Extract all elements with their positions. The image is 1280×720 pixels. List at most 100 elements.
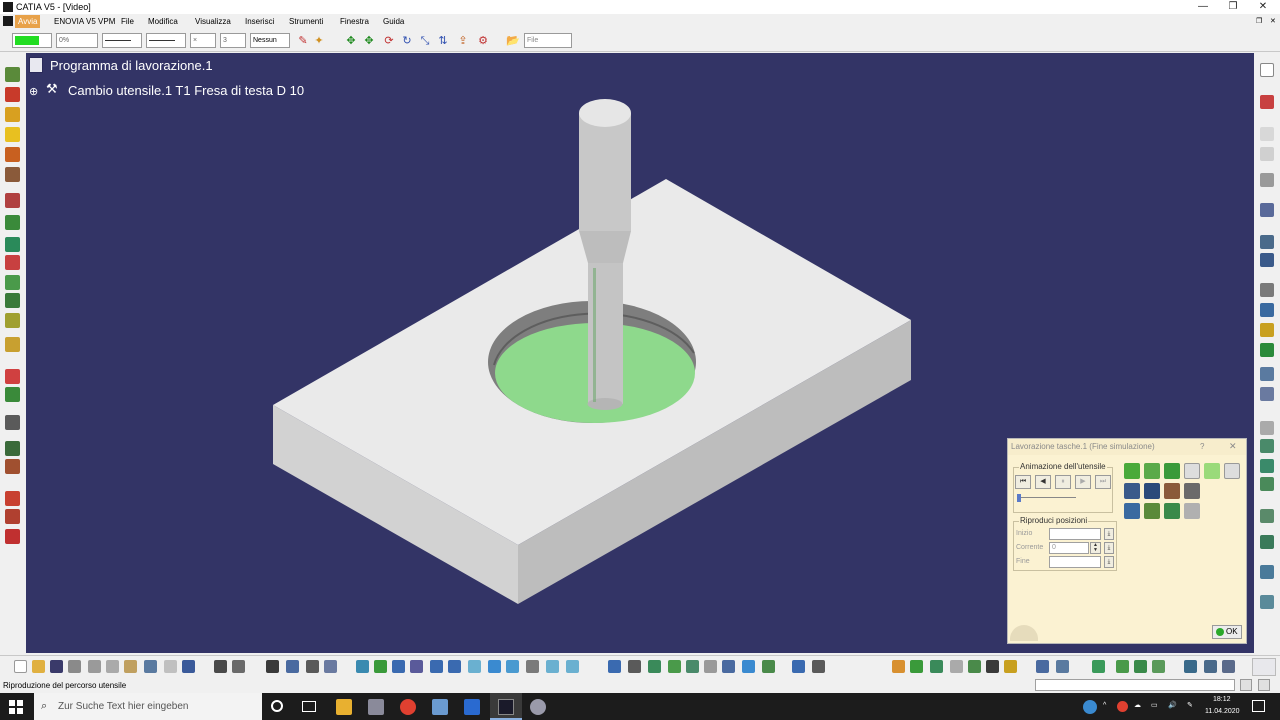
point-to-point-icon[interactable] [5, 293, 20, 308]
dlg-icon-12[interactable] [1144, 503, 1160, 519]
drilling-icon[interactable] [5, 87, 20, 102]
tray-expand-icon[interactable]: ^ [1103, 702, 1106, 709]
status-more-icon[interactable] [1258, 679, 1270, 691]
right-tool-4-icon[interactable] [1260, 147, 1274, 161]
menu-enovia[interactable]: ENOVIA V5 VPM [54, 17, 115, 26]
pan-icon[interactable]: ✥ [362, 34, 376, 48]
sequence-icon[interactable] [968, 660, 981, 673]
notifications-icon[interactable] [1252, 700, 1265, 712]
profile-contouring-icon[interactable] [5, 237, 20, 252]
tree-expand-icon[interactable]: ⊕ [29, 85, 38, 98]
tray-cloud-icon[interactable]: ☁ [1134, 701, 1141, 709]
menu-modifica[interactable]: Modifica [148, 17, 178, 26]
right-tool-8-icon[interactable] [1260, 283, 1274, 297]
app-icon-3[interactable] [464, 699, 480, 715]
fine-pick-button[interactable]: ⤓ [1104, 556, 1114, 568]
transparency-select[interactable]: 0% [56, 33, 98, 48]
doc-restore-icon[interactable]: ❐ [1256, 17, 1262, 25]
select-arrow-icon[interactable] [1260, 203, 1274, 217]
print-icon[interactable] [68, 660, 81, 673]
tree-icon[interactable] [1222, 660, 1235, 673]
link-icon[interactable] [1184, 660, 1197, 673]
dlg-icon-8[interactable] [1144, 483, 1160, 499]
rotate-icon[interactable]: ↻ [400, 34, 414, 48]
check-icon[interactable] [762, 660, 775, 673]
machining-axis-icon[interactable] [5, 387, 20, 402]
compass-icon[interactable] [608, 660, 621, 673]
tray-app-icon[interactable] [1117, 701, 1128, 712]
tray-date[interactable]: 11.04.2020 [1205, 708, 1240, 715]
countersink-icon[interactable] [5, 529, 20, 544]
right-tool-17-icon[interactable] [1260, 477, 1274, 491]
snap-icon[interactable]: ⟳ [382, 34, 396, 48]
cortana-icon[interactable] [271, 700, 283, 712]
fine-field[interactable] [1049, 556, 1101, 568]
menu-visualizza[interactable]: Visualizza [195, 17, 231, 26]
dlg-icon-14[interactable] [1184, 503, 1200, 519]
tray-time[interactable]: 18:12 [1213, 696, 1231, 703]
minimize-button[interactable]: — [1188, 0, 1218, 14]
corrente-pick-button[interactable]: ⤓ [1104, 542, 1114, 554]
doc-icon[interactable] [742, 660, 755, 673]
lineweight-select[interactable] [146, 33, 186, 48]
normal-view-icon[interactable] [468, 660, 481, 673]
animation-slider-thumb[interactable] [1017, 494, 1021, 502]
corrente-spinner[interactable]: ▲ ▼ [1090, 542, 1101, 554]
tree-root-node[interactable]: Programma di lavorazione.1 [50, 58, 213, 73]
play-button[interactable]: ▶ [1075, 475, 1091, 489]
chrome-icon[interactable] [400, 699, 416, 715]
grid-icon[interactable] [986, 660, 999, 673]
paste-icon[interactable] [124, 660, 137, 673]
machine-rotation-b-icon[interactable] [1036, 660, 1049, 673]
inizio-pick-button[interactable]: ⤓ [1104, 528, 1114, 540]
dlg-icon-10[interactable] [1184, 483, 1200, 499]
step-back-button[interactable]: ◀ [1035, 475, 1051, 489]
tray-help-icon[interactable] [1083, 700, 1097, 714]
toolpath-edit-icon[interactable] [892, 660, 905, 673]
curve-following-icon[interactable] [5, 255, 20, 270]
doc-close-icon[interactable]: ✕ [1270, 17, 1276, 25]
measure-icon[interactable] [306, 660, 319, 673]
reorder-icon[interactable] [1116, 660, 1129, 673]
dialog-close-button[interactable]: ✕ [1229, 441, 1237, 452]
video-icon[interactable] [686, 660, 699, 673]
iso-view-icon[interactable] [488, 660, 501, 673]
offset-icon[interactable]: ⤡ [418, 34, 432, 48]
fit-all-icon[interactable] [374, 660, 387, 673]
ok-button[interactable]: OK [1212, 625, 1242, 639]
right-tool-15-icon[interactable] [1260, 439, 1274, 453]
menu-file[interactable]: File [121, 17, 134, 26]
right-tool-20-icon[interactable] [1260, 565, 1274, 579]
dlg-icon-13[interactable] [1164, 503, 1180, 519]
machine-rotation-icon[interactable] [5, 147, 20, 162]
facing-icon[interactable] [5, 193, 20, 208]
reaming-icon[interactable] [5, 509, 20, 524]
layer-select[interactable]: Nessun [250, 33, 290, 48]
right-tool-11-icon[interactable] [1260, 343, 1274, 357]
dlg-icon-11[interactable] [1124, 503, 1140, 519]
nc-output-icon[interactable] [722, 660, 735, 673]
dlg-icon-3[interactable] [1164, 463, 1180, 479]
transition-icon[interactable] [910, 660, 923, 673]
copy-icon[interactable] [106, 660, 119, 673]
right-tool-12-icon[interactable] [1260, 367, 1274, 381]
right-tool-6-icon[interactable] [1260, 235, 1274, 249]
keyboard-icon[interactable] [628, 660, 641, 673]
dialog-help-button[interactable]: ? [1200, 442, 1204, 451]
right-tool-5-icon[interactable] [1260, 173, 1274, 187]
right-tool-7-icon[interactable] [1260, 253, 1274, 267]
dlg-icon-7[interactable] [1124, 483, 1140, 499]
corrente-field[interactable]: 0 [1049, 542, 1089, 554]
layer-number-select[interactable]: 3 [220, 33, 246, 48]
update-icon[interactable] [1092, 660, 1105, 673]
translate-icon[interactable]: ⇪ [456, 34, 470, 48]
right-tool-2-icon[interactable] [1260, 95, 1274, 109]
tool-assembly-icon[interactable] [5, 369, 20, 384]
right-tool-1-icon[interactable] [1260, 63, 1274, 77]
groove-milling-icon[interactable] [5, 275, 20, 290]
right-tool-19-icon[interactable] [1260, 535, 1274, 549]
tray-volume-icon[interactable]: 🔊 [1168, 701, 1177, 709]
format-painter-icon[interactable]: ✎ [296, 34, 310, 48]
dlg-icon-9[interactable] [1164, 483, 1180, 499]
rotate-view-icon[interactable] [410, 660, 423, 673]
